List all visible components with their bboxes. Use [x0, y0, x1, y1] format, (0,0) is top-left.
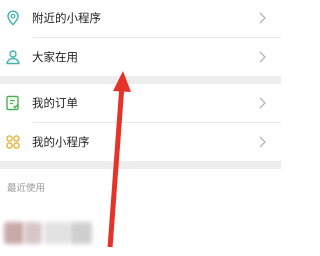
blurred-recent-app-thumbnail[interactable]	[24, 222, 42, 244]
order-list-icon	[5, 95, 21, 111]
menu-item-label: 大家在用	[32, 50, 78, 64]
blurred-recent-app-name	[70, 222, 92, 244]
menu-group-2: 我的订单 我的小程序	[0, 84, 281, 161]
menu-item-label: 我的小程序	[32, 135, 90, 149]
menu-item-my-orders[interactable]: 我的订单	[0, 84, 281, 122]
recent-section: 最近使用	[0, 169, 281, 256]
menu-item-label: 附近的小程序	[32, 11, 101, 25]
chevron-right-icon	[258, 51, 267, 63]
mini-program-icon	[5, 134, 21, 150]
blurred-recent-app-thumbnail[interactable]	[4, 222, 24, 244]
people-icon	[5, 49, 21, 65]
section-separator	[0, 161, 281, 169]
menu-item-nearby-mini-programs[interactable]: 附近的小程序	[0, 0, 281, 37]
chevron-right-icon	[258, 12, 267, 24]
menu-group-1: 附近的小程序 大家在用	[0, 0, 281, 76]
recent-section-title: 最近使用	[7, 183, 46, 194]
location-pin-icon	[5, 10, 21, 26]
chevron-right-icon	[258, 136, 267, 148]
menu-item-popular[interactable]: 大家在用	[0, 38, 281, 76]
blurred-recent-app-name	[44, 222, 70, 244]
section-separator	[0, 76, 281, 84]
chevron-right-icon	[258, 97, 267, 109]
menu-item-my-mini-programs[interactable]: 我的小程序	[0, 123, 281, 161]
menu-item-label: 我的订单	[32, 96, 78, 110]
